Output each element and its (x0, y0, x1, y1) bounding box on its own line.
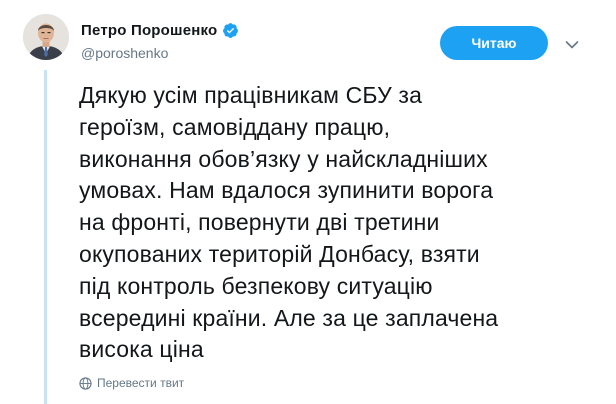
avatar-image (23, 14, 69, 60)
author-block[interactable]: Петро Порошенко @poroshenko (81, 20, 239, 61)
tweet-text-line: Дякую усім працівникам СБУ за (79, 82, 423, 108)
translate-tweet-link[interactable]: Перевести твит (79, 376, 184, 390)
chevron-down-icon[interactable] (565, 37, 579, 49)
tweet-text-line: окупованих територій Донбасу, взяти (79, 240, 480, 267)
tweet-card: Петро Порошенко @poroshenko Читаю Дякую … (0, 0, 616, 404)
tweet-text-line: всередині країни. Але за це заплачена (79, 304, 499, 331)
tweet-text-line: висока ціна (79, 336, 204, 363)
avatar[interactable] (23, 14, 69, 60)
name-row: Петро Порошенко (81, 20, 239, 40)
tweet-text-line: на фронті, повернути дві третини (79, 209, 440, 236)
tweet-text: Дякую усім працівникам СБУ за героїзм, с… (79, 80, 589, 366)
username[interactable]: @poroshenko (81, 45, 239, 61)
translate-label[interactable]: Перевести твит (97, 376, 184, 390)
tweet-text-line: під контроль безпекову ситуацію (79, 272, 433, 299)
thread-line (44, 70, 47, 404)
display-name[interactable]: Петро Порошенко (81, 22, 217, 39)
tweet-text-line: умовах. Нам вдалося зупинити ворога (79, 177, 494, 204)
verified-badge-icon (222, 22, 239, 39)
tweet-text-line: героїзм, самовіддану працю, (79, 113, 391, 140)
globe-icon (79, 376, 92, 390)
following-button[interactable]: Читаю (440, 26, 548, 60)
tweet-text-line: виконання обов’язку у найскладніших (79, 145, 488, 172)
